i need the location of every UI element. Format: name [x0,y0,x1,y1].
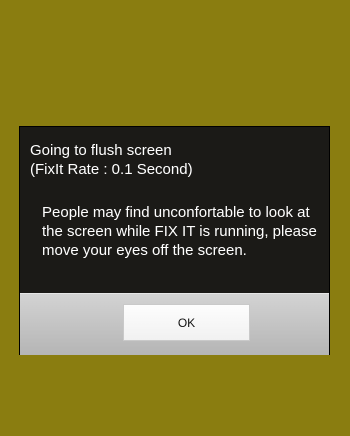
ok-button[interactable]: OK [123,304,250,341]
dialog-button-bar: OK [20,293,329,355]
dialog-title: Going to flush screen (FixIt Rate : 0.1 … [30,142,193,178]
dialog-message: People may find unconfortable to look at… [42,204,317,259]
screen: { "dialog": { "title": "Going to flush s… [0,0,350,436]
flush-screen-dialog: Going to flush screen (FixIt Rate : 0.1 … [20,127,329,355]
